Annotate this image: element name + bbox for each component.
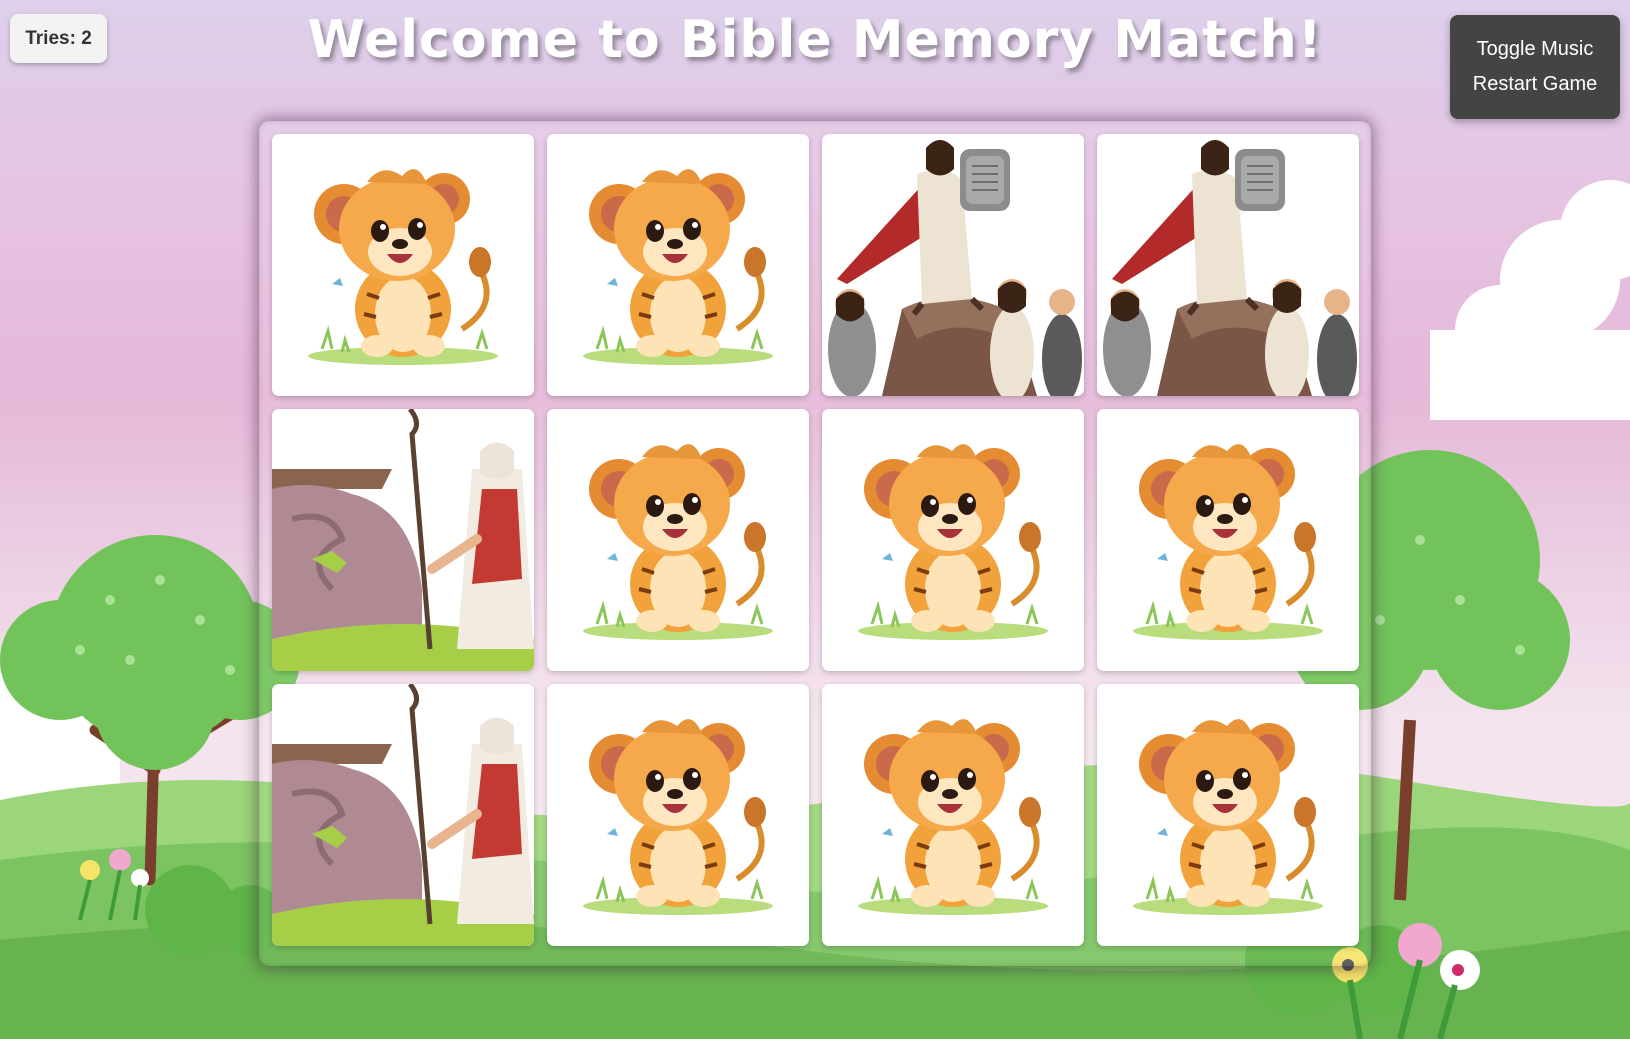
- moses-staff-rock-illustration: [272, 409, 534, 671]
- moses-ten-commandments-illustration: [1103, 140, 1357, 396]
- page-title: Welcome to Bible Memory Match!: [307, 10, 1323, 70]
- lion-cub-illustration: [583, 444, 773, 640]
- game-controls-panel: Toggle Music Restart Game: [1450, 15, 1620, 119]
- moses-staff-rock-illustration: [272, 684, 534, 946]
- cloud-right: [1430, 180, 1630, 420]
- moses-ten-commandments-illustration: [828, 140, 1082, 396]
- memory-card-lion-cub[interactable]: [547, 409, 809, 671]
- lion-cub-illustration: [308, 169, 498, 365]
- memory-card-lion-cub[interactable]: [822, 409, 1084, 671]
- memory-card-moses-ten-commandments[interactable]: [1097, 134, 1359, 396]
- memory-card-lion-cub[interactable]: [822, 684, 1084, 946]
- restart-game-button[interactable]: Restart Game: [1473, 73, 1597, 96]
- game-board: [259, 121, 1371, 966]
- lion-cub-illustration: [858, 719, 1048, 915]
- memory-card-lion-cub[interactable]: [547, 684, 809, 946]
- lion-cub-illustration: [583, 719, 773, 915]
- toggle-music-button[interactable]: Toggle Music: [1477, 38, 1594, 61]
- lion-cub-illustration: [583, 169, 773, 365]
- lion-cub-illustration: [1133, 444, 1323, 640]
- memory-card-moses-staff-rock[interactable]: [272, 684, 534, 946]
- memory-card-lion-cub[interactable]: [272, 134, 534, 396]
- lion-cub-illustration: [1133, 719, 1323, 915]
- lion-cub-illustration: [858, 444, 1048, 640]
- memory-card-lion-cub[interactable]: [1097, 684, 1359, 946]
- memory-card-moses-staff-rock[interactable]: [272, 409, 534, 671]
- memory-card-lion-cub[interactable]: [547, 134, 809, 396]
- memory-card-lion-cub[interactable]: [1097, 409, 1359, 671]
- memory-card-moses-ten-commandments[interactable]: [822, 134, 1084, 396]
